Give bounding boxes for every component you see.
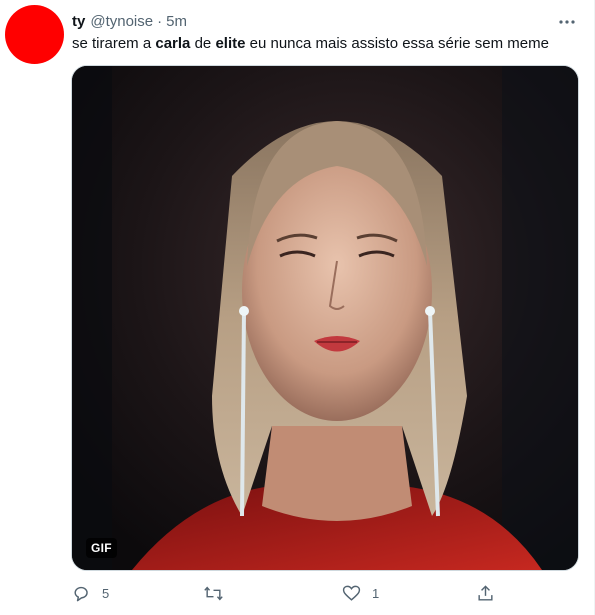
user-handle[interactable]: @tynoise: [90, 13, 153, 30]
tweet-header: ty @tynoise · 5m: [72, 10, 187, 32]
tweet-text-part: eu nunca mais assisto essa série sem mem…: [245, 35, 549, 52]
timestamp[interactable]: 5m: [166, 13, 187, 30]
retweet-icon: [204, 585, 223, 601]
share-button[interactable]: [476, 578, 495, 608]
tweet-actions: 5 1: [66, 578, 506, 608]
tweet-text-part: de: [190, 35, 216, 52]
share-icon: [478, 584, 493, 601]
retweet-button[interactable]: [203, 578, 235, 608]
heart-icon: [342, 585, 361, 601]
more-icon: [559, 20, 575, 24]
avatar[interactable]: [5, 5, 64, 64]
reply-button[interactable]: 5: [72, 578, 109, 608]
more-options-button[interactable]: [553, 8, 581, 36]
tweet-text-highlight: carla: [155, 35, 191, 52]
separator-dot: ·: [157, 12, 163, 30]
gif-media[interactable]: GIF: [71, 65, 579, 571]
like-count: 1: [372, 585, 380, 601]
tweet-text-highlight: elite: [215, 35, 246, 52]
tweet[interactable]: ty @tynoise · 5m se tirarem a carla de e…: [0, 0, 595, 615]
reply-count: 5: [102, 585, 110, 601]
gif-image: [72, 66, 578, 570]
gif-badge: GIF: [86, 538, 117, 558]
tweet-text-part: se tirarem a: [72, 35, 156, 52]
tweet-text: se tirarem a carla de elite eu nunca mai…: [72, 34, 549, 54]
reply-icon: [74, 586, 88, 601]
like-button[interactable]: 1: [342, 578, 379, 608]
display-name[interactable]: ty: [72, 13, 85, 30]
